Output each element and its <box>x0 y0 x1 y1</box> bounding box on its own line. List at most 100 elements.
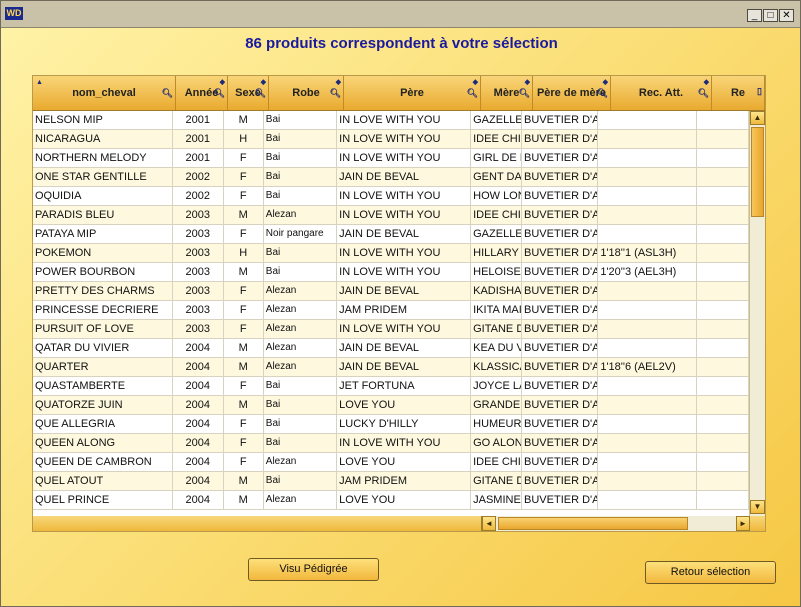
column-picker-icon[interactable]: ▯ <box>757 86 762 97</box>
table-row[interactable]: POWER BOURBON 2003 M Bai IN LOVE WITH YOU HEL… <box>33 263 749 282</box>
table-cell: QUEEN DE CAMBRON <box>33 453 173 471</box>
table-cell <box>697 377 749 395</box>
table-row[interactable]: QUEL ATOUT 2004 M Bai JAM PRIDEM GITANE D BUVE… <box>33 472 749 491</box>
vertical-scroll-thumb[interactable] <box>751 127 764 217</box>
table-cell: BUVETIER D'A <box>522 415 599 433</box>
column-header-label: nom_cheval <box>72 86 136 99</box>
table-cell <box>598 472 698 490</box>
column-header[interactable]: Mère ◆ 🔍︎ <box>481 76 533 110</box>
table-cell: 2002 <box>173 187 224 205</box>
table-row[interactable]: QUARTER 2004 M Alezan JAIN DE BEVAL KLASSICA B… <box>33 358 749 377</box>
horizontal-scrollbar[interactable]: ◄ ► <box>481 516 750 531</box>
table-row[interactable]: QUEL PRINCE 2004 M Alezan LOVE YOU JASMINE BUV… <box>33 491 749 510</box>
table-cell <box>598 377 698 395</box>
column-header[interactable]: Rec. Att. ◆ 🔍︎ <box>611 76 712 110</box>
scroll-down-icon[interactable]: ▼ <box>750 500 765 514</box>
table-row[interactable]: QUE ALLEGRIA 2004 F Bai LUCKY D'HILLY HUMEUR B… <box>33 415 749 434</box>
scroll-up-icon[interactable]: ▲ <box>750 111 765 125</box>
column-header[interactable]: nom_cheval ▲ 🔍︎ <box>33 76 176 110</box>
column-header[interactable]: Père ◆ 🔍︎ <box>344 76 481 110</box>
visu-pedigree-button[interactable]: Visu Pédigrée <box>248 558 379 581</box>
table-cell: BUVETIER D'A <box>522 187 599 205</box>
table-cell: Alezan <box>264 453 338 471</box>
table-cell: ONE STAR GENTILLE <box>33 168 173 186</box>
column-header[interactable]: Robe ◆ 🔍︎ <box>269 76 344 110</box>
table-cell: GAZELLE <box>471 225 523 243</box>
table-cell: 2004 <box>173 358 224 376</box>
scroll-left-icon[interactable]: ◄ <box>482 516 496 531</box>
app-window: WD _ □ ✕ 86 produits correspondent à vot… <box>0 0 801 607</box>
table-row[interactable]: PURSUIT OF LOVE 2003 F Alezan IN LOVE WITH Y… <box>33 320 749 339</box>
sort-icon[interactable]: ◆ <box>261 77 266 88</box>
table-row[interactable]: ONE STAR GENTILLE 2002 F Bai JAIN DE BEVAL GE… <box>33 168 749 187</box>
sort-icon[interactable]: ◆ <box>473 77 478 88</box>
table-row[interactable]: NELSON MIP 2001 M Bai IN LOVE WITH YOU GAZELL… <box>33 111 749 130</box>
table-row[interactable]: OQUIDIA 2002 F Bai IN LOVE WITH YOU HOW LON BU… <box>33 187 749 206</box>
table-row[interactable]: QUASTAMBERTE 2004 F Bai JET FORTUNA JOYCE LA B… <box>33 377 749 396</box>
sort-icon[interactable]: ◆ <box>220 77 225 88</box>
table-cell: 2002 <box>173 168 224 186</box>
sort-icon[interactable]: ◆ <box>336 77 341 88</box>
table-row[interactable]: POKEMON 2003 H Bai IN LOVE WITH YOU HILLARY BU… <box>33 244 749 263</box>
table-row[interactable]: QUEEN ALONG 2004 F Bai IN LOVE WITH YOU GO AL… <box>33 434 749 453</box>
scroll-right-icon[interactable]: ► <box>736 516 750 531</box>
table-row[interactable]: PRINCESSE DECRIERE 2003 F Alezan JAM PRIDEM I… <box>33 301 749 320</box>
table-row[interactable]: QUEEN DE CAMBRON 2004 F Alezan LOVE YOU IDEE … <box>33 453 749 472</box>
table-cell: QUE ALLEGRIA <box>33 415 173 433</box>
table-cell: KLASSICA <box>471 358 523 376</box>
minimize-button[interactable]: _ <box>747 9 762 22</box>
close-button[interactable]: ✕ <box>779 9 794 22</box>
table-cell <box>598 301 698 319</box>
table-cell <box>697 263 749 281</box>
table-row[interactable]: PARADIS BLEU 2003 M Alezan IN LOVE WITH YOU I… <box>33 206 749 225</box>
table-cell <box>598 491 698 509</box>
search-icon[interactable]: 🔍︎ <box>467 88 478 99</box>
table-cell: IN LOVE WITH YOU <box>337 206 472 224</box>
table-row[interactable]: NORTHERN MELODY 2001 F Bai IN LOVE WITH YOU G… <box>33 149 749 168</box>
column-header[interactable]: Sexe ◆ 🔍︎ <box>228 76 269 110</box>
search-icon[interactable]: 🔍︎ <box>698 88 709 99</box>
column-header[interactable]: Année ◆ 🔍︎ <box>176 76 228 110</box>
table-cell: IN LOVE WITH YOU <box>337 263 472 281</box>
table-row[interactable]: NICARAGUA 2001 H Bai IN LOVE WITH YOU IDEE CH… <box>33 130 749 149</box>
table-cell: Bai <box>264 168 338 186</box>
table-row[interactable]: QUATORZE JUIN 2004 M Bai LOVE YOU GRANDE BUVET… <box>33 396 749 415</box>
sort-icon[interactable]: ◆ <box>525 77 530 88</box>
search-icon[interactable]: 🔍︎ <box>519 88 530 99</box>
retour-selection-button[interactable]: Retour sélection <box>645 561 776 584</box>
column-header[interactable]: Père de mère ◆ 🔍︎ <box>533 76 611 110</box>
table-cell <box>697 244 749 262</box>
table-row[interactable]: QATAR DU VIVIER 2004 M Alezan JAIN DE BEVAL K… <box>33 339 749 358</box>
table-row[interactable]: PATAYA MIP 2003 F Noir pangare JAIN DE BEVAL… <box>33 225 749 244</box>
table-cell: IKITA MAI <box>471 301 523 319</box>
search-icon[interactable]: 🔍︎ <box>255 88 266 99</box>
table-cell: LOVE YOU <box>337 396 472 414</box>
maximize-button[interactable]: □ <box>763 9 778 22</box>
table-cell: F <box>224 301 264 319</box>
table-cell: F <box>224 168 264 186</box>
table-cell: F <box>224 320 264 338</box>
search-icon[interactable]: 🔍︎ <box>597 88 608 99</box>
search-icon[interactable]: 🔍︎ <box>214 88 225 99</box>
sort-icon[interactable]: ◆ <box>603 77 608 88</box>
column-header[interactable]: Re ▯ <box>712 76 765 110</box>
sort-asc-icon[interactable]: ▲ <box>36 77 43 88</box>
horizontal-scroll-thumb[interactable] <box>498 517 688 530</box>
table-cell: Bai <box>264 130 338 148</box>
vertical-scrollbar[interactable]: ▲ ▼ <box>749 111 765 516</box>
table-cell <box>697 282 749 300</box>
sort-icon[interactable]: ◆ <box>704 77 709 88</box>
table-cell <box>697 206 749 224</box>
window-controls: _ □ ✕ <box>747 9 794 22</box>
table-cell: JAIN DE BEVAL <box>337 225 472 243</box>
column-header-label: Re <box>730 86 746 99</box>
search-icon[interactable]: 🔍︎ <box>330 88 341 99</box>
search-icon[interactable]: 🔍︎ <box>162 88 173 99</box>
table-cell: QUATORZE JUIN <box>33 396 173 414</box>
table-cell: 2004 <box>173 434 224 452</box>
table-cell <box>697 434 749 452</box>
table-row[interactable]: PRETTY DES CHARMS 2003 F Alezan JAIN DE BEVA… <box>33 282 749 301</box>
table-cell: IDEE CHI <box>471 453 523 471</box>
table-cell: BUVETIER D'A <box>522 244 599 262</box>
table-cell: 2004 <box>173 415 224 433</box>
